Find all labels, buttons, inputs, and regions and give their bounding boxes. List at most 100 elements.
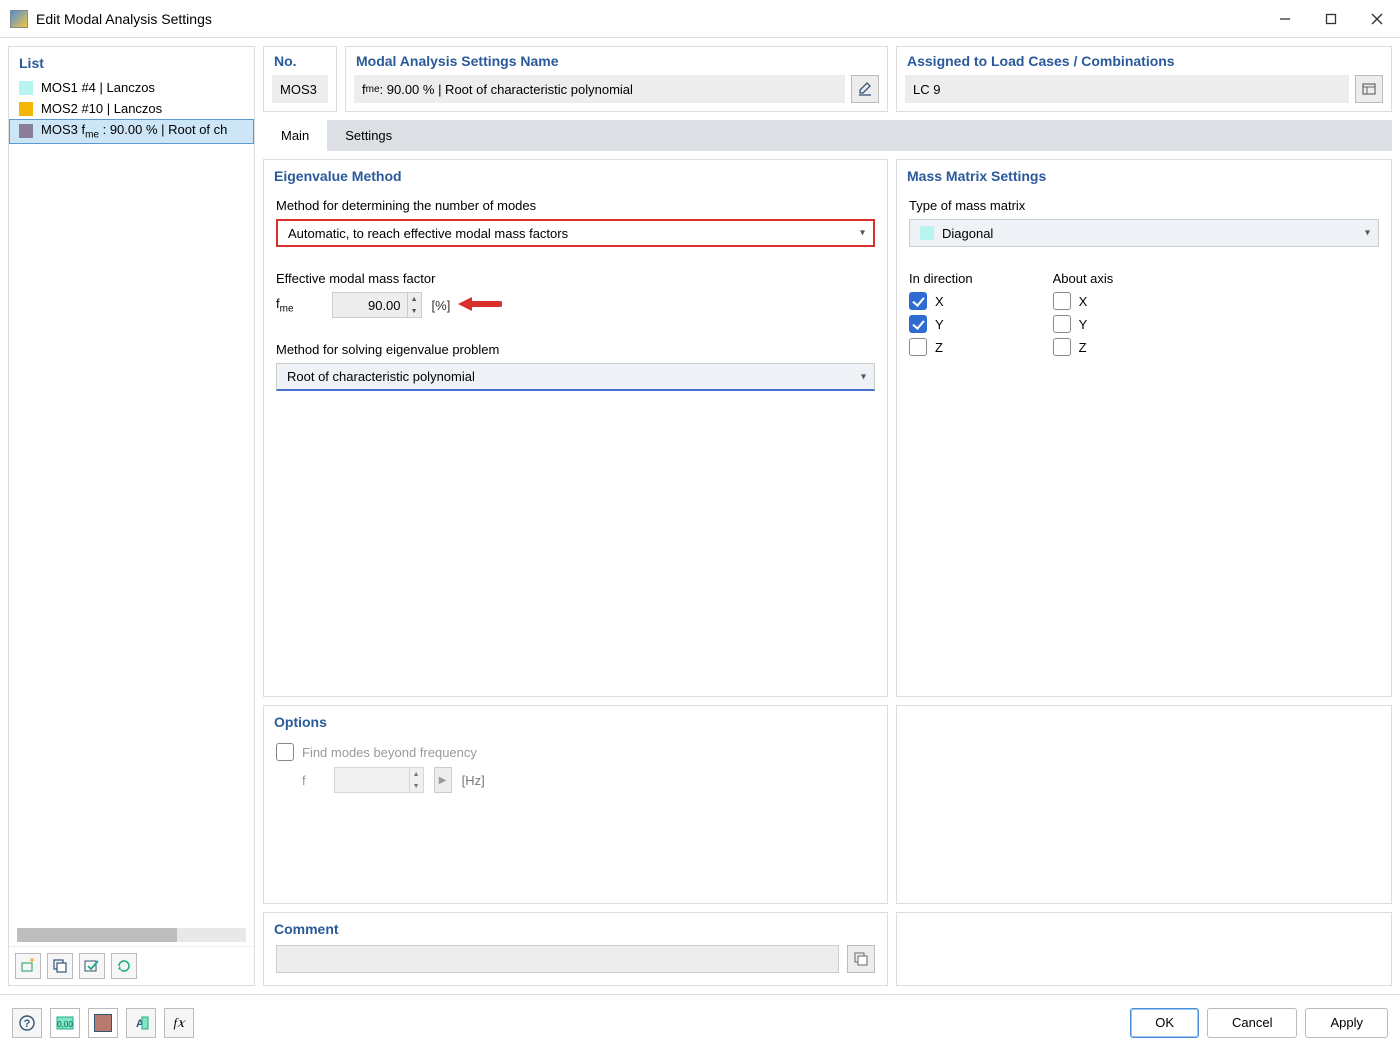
fme-symbol: fme bbox=[276, 296, 294, 315]
fme-label: Effective modal mass factor bbox=[276, 271, 875, 286]
no-label: No. bbox=[264, 47, 336, 71]
freq-symbol: f bbox=[302, 773, 306, 788]
spin-up-icon[interactable]: ▲ bbox=[407, 293, 421, 305]
no-value: MOS3 bbox=[272, 75, 328, 103]
dir-y-checkbox[interactable] bbox=[909, 315, 927, 333]
fx-button[interactable]: f𝑥 bbox=[164, 1008, 194, 1038]
direction-label: In direction bbox=[909, 271, 973, 286]
list-item-label: MOS2 #10 | Lanczos bbox=[41, 101, 162, 116]
find-modes-checkbox[interactable] bbox=[276, 743, 294, 761]
window-title: Edit Modal Analysis Settings bbox=[36, 11, 212, 27]
spin-up-icon: ▲ bbox=[409, 768, 423, 780]
units-button[interactable]: 0,00 bbox=[50, 1008, 80, 1038]
mass-header: Mass Matrix Settings bbox=[897, 160, 1391, 188]
freq-input bbox=[335, 768, 409, 792]
solver-select[interactable]: Root of characteristic polynomial ▾ bbox=[276, 363, 875, 391]
chevron-down-icon: ▾ bbox=[860, 228, 865, 239]
refresh-check-button[interactable] bbox=[111, 953, 137, 979]
list-item-label: MOS1 #4 | Lanczos bbox=[41, 80, 155, 95]
fme-unit: [%] bbox=[432, 298, 451, 313]
method-modes-select[interactable]: Automatic, to reach effective modal mass… bbox=[276, 219, 875, 247]
axis-z-label: Z bbox=[1079, 340, 1087, 355]
title-bar: Edit Modal Analysis Settings bbox=[0, 0, 1400, 38]
minimize-button[interactable] bbox=[1262, 4, 1308, 34]
assigned-browse-button[interactable] bbox=[1355, 75, 1383, 103]
new-item-button[interactable] bbox=[15, 953, 41, 979]
tabs-bar: Main Settings bbox=[263, 120, 1392, 151]
list-item[interactable]: MOS2 #10 | Lanczos bbox=[9, 98, 254, 119]
eigen-header: Eigenvalue Method bbox=[264, 160, 887, 188]
help-button[interactable]: ? bbox=[12, 1008, 42, 1038]
list-color-icon bbox=[19, 81, 33, 95]
freq-spinner: ▲▼ bbox=[334, 767, 424, 793]
list-item[interactable]: MOS1 #4 | Lanczos bbox=[9, 77, 254, 98]
no-panel: No. MOS3 bbox=[263, 46, 337, 112]
axis-x-checkbox[interactable] bbox=[1053, 292, 1071, 310]
check-button[interactable] bbox=[79, 953, 105, 979]
empty-panel-right-1 bbox=[896, 705, 1392, 904]
comment-panel: Comment bbox=[263, 912, 888, 986]
solver-value: Root of characteristic polynomial bbox=[287, 369, 475, 384]
dir-z-label: Z bbox=[935, 340, 943, 355]
comment-library-button[interactable] bbox=[847, 945, 875, 973]
eigenvalue-panel: Eigenvalue Method Method for determining… bbox=[263, 159, 888, 697]
dir-x-checkbox[interactable] bbox=[909, 292, 927, 310]
text-tool-button[interactable]: A bbox=[126, 1008, 156, 1038]
list-toolbar bbox=[9, 946, 254, 985]
cancel-button[interactable]: Cancel bbox=[1207, 1008, 1297, 1038]
freq-unit: [Hz] bbox=[462, 773, 485, 788]
freq-step-button: ▶ bbox=[434, 767, 452, 793]
dialog-footer: ? 0,00 A f𝑥 OK Cancel Apply bbox=[0, 994, 1400, 1050]
dir-z-checkbox[interactable] bbox=[909, 338, 927, 356]
name-panel: Modal Analysis Settings Name fme : 90.00… bbox=[345, 46, 888, 112]
axis-x-label: X bbox=[1079, 294, 1088, 309]
copy-item-button[interactable] bbox=[47, 953, 73, 979]
chevron-down-icon: ▾ bbox=[861, 371, 866, 382]
chevron-down-icon: ▾ bbox=[1365, 228, 1370, 239]
settings-list[interactable]: MOS1 #4 | Lanczos MOS2 #10 | Lanczos MOS… bbox=[9, 75, 254, 924]
list-item[interactable]: MOS3 fme : 90.00 % | Root of ch bbox=[9, 119, 254, 144]
edit-name-button[interactable] bbox=[851, 75, 879, 103]
mass-type-color-icon bbox=[920, 226, 934, 240]
fme-spinner[interactable]: ▲▼ bbox=[332, 292, 422, 318]
svg-text:0,00: 0,00 bbox=[57, 1020, 73, 1029]
mass-type-label: Type of mass matrix bbox=[909, 198, 1379, 213]
comment-input[interactable] bbox=[276, 945, 839, 973]
maximize-button[interactable] bbox=[1308, 4, 1354, 34]
axis-y-label: Y bbox=[1079, 317, 1088, 332]
axis-z-checkbox[interactable] bbox=[1053, 338, 1071, 356]
mass-type-select[interactable]: Diagonal ▾ bbox=[909, 219, 1379, 247]
list-header: List bbox=[9, 47, 254, 75]
tab-main[interactable]: Main bbox=[263, 120, 327, 151]
axis-y-checkbox[interactable] bbox=[1053, 315, 1071, 333]
fme-input[interactable] bbox=[333, 293, 407, 317]
tab-settings[interactable]: Settings bbox=[327, 120, 410, 151]
assigned-value[interactable]: LC 9 bbox=[905, 75, 1349, 103]
list-item-label: MOS3 fme : 90.00 % | Root of ch bbox=[41, 122, 227, 141]
find-modes-label: Find modes beyond frequency bbox=[302, 745, 477, 760]
mass-type-value: Diagonal bbox=[942, 226, 993, 241]
dir-x-label: X bbox=[935, 294, 944, 309]
name-label: Modal Analysis Settings Name bbox=[346, 47, 887, 71]
assigned-panel: Assigned to Load Cases / Combinations LC… bbox=[896, 46, 1392, 112]
horizontal-scrollbar[interactable] bbox=[17, 928, 246, 942]
list-color-icon bbox=[19, 102, 33, 116]
options-panel: Options Find modes beyond frequency f ▲▼… bbox=[263, 705, 888, 904]
empty-panel-right-2 bbox=[896, 912, 1392, 986]
app-icon bbox=[10, 10, 28, 28]
ok-button[interactable]: OK bbox=[1130, 1008, 1199, 1038]
axis-label: About axis bbox=[1053, 271, 1114, 286]
method-modes-value: Automatic, to reach effective modal mass… bbox=[288, 226, 568, 241]
mass-panel: Mass Matrix Settings Type of mass matrix… bbox=[896, 159, 1392, 697]
comment-header: Comment bbox=[264, 913, 887, 941]
name-value[interactable]: fme : 90.00 % | Root of characteristic p… bbox=[354, 75, 845, 103]
apply-button[interactable]: Apply bbox=[1305, 1008, 1388, 1038]
color-button[interactable] bbox=[88, 1008, 118, 1038]
spin-down-icon[interactable]: ▼ bbox=[407, 305, 421, 317]
list-color-icon bbox=[19, 124, 33, 138]
close-button[interactable] bbox=[1354, 4, 1400, 34]
svg-text:?: ? bbox=[24, 1018, 31, 1030]
assigned-label: Assigned to Load Cases / Combinations bbox=[897, 47, 1391, 71]
dir-y-label: Y bbox=[935, 317, 944, 332]
options-header: Options bbox=[264, 706, 887, 734]
